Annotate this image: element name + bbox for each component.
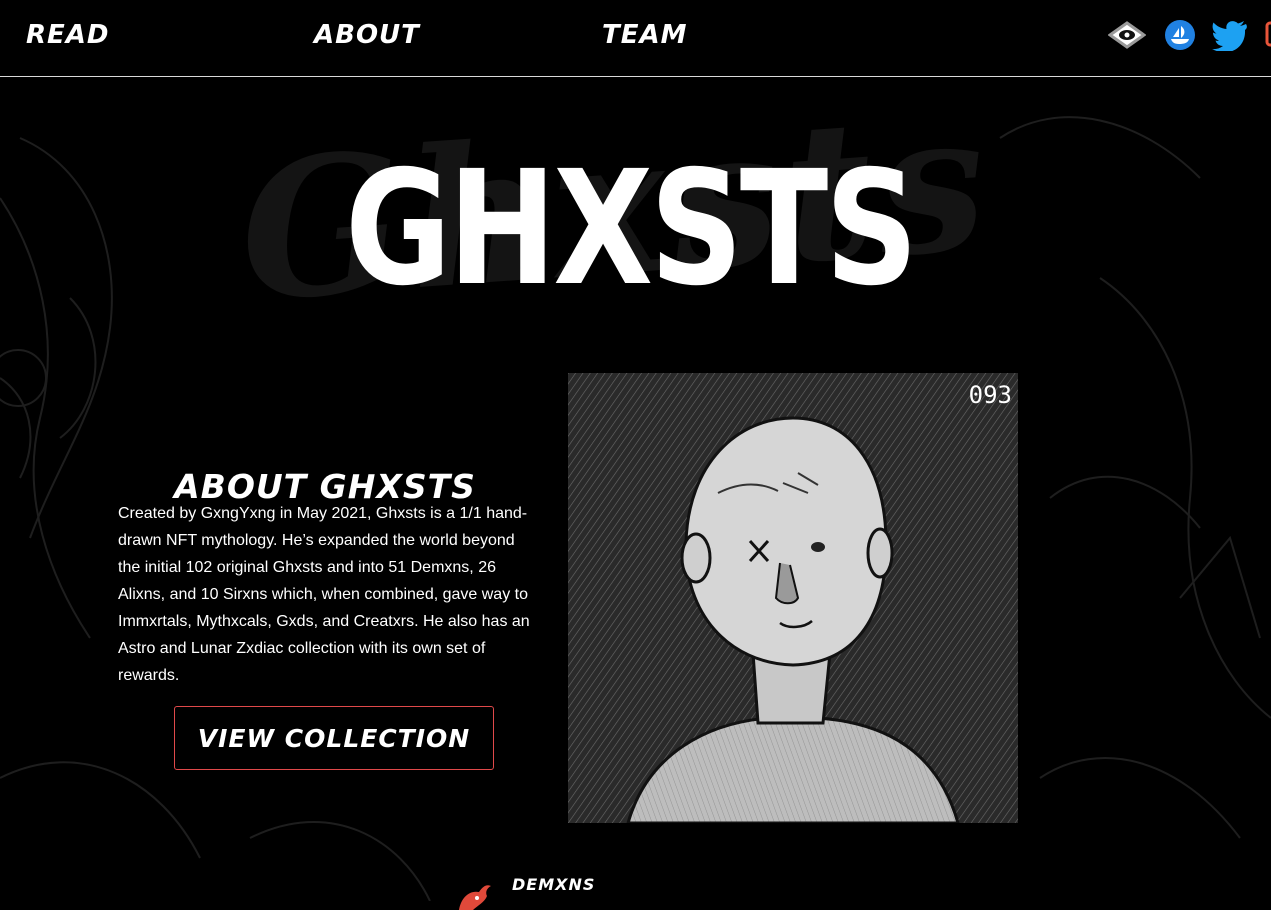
top-nav: READ ABOUT TEAM [0, 0, 1271, 77]
eye-icon[interactable] [1108, 19, 1146, 51]
about-description: Created by GxngYxng in May 2021, Ghxsts … [118, 505, 530, 684]
demxns-label[interactable]: DEMXNS [512, 875, 595, 894]
view-collection-button[interactable]: VIEW COLLECTION [174, 706, 494, 770]
ghxsts-logo: GHXSTS [345, 137, 918, 321]
opensea-icon[interactable] [1164, 19, 1196, 51]
nav-link-read[interactable]: READ [26, 20, 110, 50]
artwork-number: 093 [969, 381, 1012, 409]
featured-artwork: 093 [568, 373, 1018, 823]
demxns-icon [459, 885, 491, 910]
nav-link-team[interactable]: TEAM [602, 20, 688, 50]
partial-orange-icon[interactable] [1265, 19, 1271, 51]
twitter-icon[interactable] [1212, 19, 1248, 51]
nav-link-about[interactable]: ABOUT [314, 20, 420, 50]
